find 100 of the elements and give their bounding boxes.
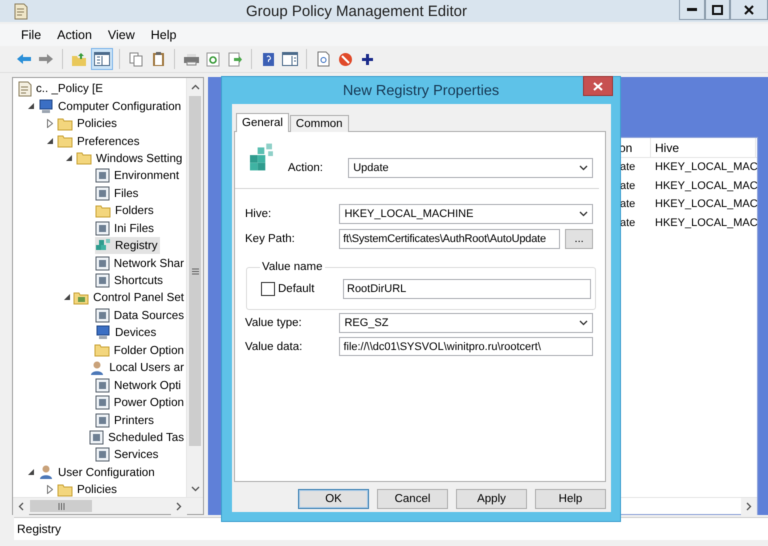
menu-item[interactable]: File — [14, 28, 50, 42]
minimize-icon — [687, 8, 697, 11]
window-title: Group Policy Management Editor — [245, 2, 468, 20]
dialog-button[interactable]: Cancel — [377, 489, 448, 509]
tree-item[interactable]: Environment — [95, 167, 182, 184]
tree-item[interactable]: Policies — [57, 115, 119, 132]
expander-arrow-icon[interactable] — [45, 136, 55, 146]
app-icon — [14, 2, 28, 20]
tree-item[interactable]: Registry — [95, 237, 160, 254]
caret-icon — [579, 211, 588, 217]
document-icon — [18, 80, 32, 97]
table-cell-text: ate — [619, 198, 636, 210]
caret-icon — [579, 320, 588, 326]
control-panel-icon — [73, 290, 90, 305]
maximize-button[interactable] — [705, 0, 730, 20]
caret-icon — [579, 165, 588, 171]
tree-item[interactable]: Preferences — [57, 132, 142, 150]
folder-icon — [94, 343, 110, 358]
dialog-button[interactable]: Help — [535, 489, 606, 509]
table-cell-text: ate — [619, 216, 636, 229]
dialog-button[interactable]: OK — [298, 489, 369, 509]
menu-item[interactable]: View — [100, 28, 144, 42]
expander-arrow-icon[interactable] — [64, 153, 74, 164]
action-dropdown[interactable]: Update — [348, 158, 593, 178]
group-title: Value name — [261, 261, 324, 273]
expander-arrow-icon[interactable] — [26, 101, 36, 112]
tree-item[interactable]: Power Option — [94, 394, 186, 412]
hive-dropdown[interactable]: HKEY_LOCAL_MACHINE — [339, 204, 593, 224]
folder-icon — [57, 116, 73, 131]
settings-item-icon — [95, 273, 110, 288]
key-path-field[interactable]: ft\SystemCertificates\AuthRoot\AutoUpdate — [339, 229, 560, 249]
close-button[interactable] — [583, 76, 613, 96]
copy-icon — [129, 52, 143, 66]
refresh-icon — [206, 52, 220, 66]
folder-icon — [76, 151, 92, 166]
table-cell-text: HKEY_LOCAL_MAC — [654, 180, 755, 192]
expander-arrow-icon[interactable] — [26, 467, 36, 478]
expander-arrow-icon[interactable] — [45, 118, 55, 129]
printer-icon — [182, 52, 200, 66]
table-cell-text: HKEY_LOCAL_MAC — [654, 198, 755, 210]
tree-item[interactable]: Devices — [95, 324, 158, 342]
value-type-dropdown[interactable]: REG_SZ — [339, 313, 593, 333]
browse-button[interactable]: ... — [565, 229, 593, 249]
tree-item[interactable]: Policies — [57, 481, 119, 497]
settings-item-icon — [95, 412, 110, 428]
settings-item-icon — [95, 447, 110, 462]
settings-item-icon — [95, 186, 110, 201]
folder-up-icon — [71, 52, 87, 66]
tree-item[interactable]: Network Opti — [95, 376, 184, 394]
table-cell-text: HKEY_LOCAL_MAC — [654, 161, 755, 174]
value-name-field[interactable]: RootDirURL — [343, 279, 591, 299]
tree-item[interactable]: Folder Option — [94, 342, 186, 359]
clipboard-icon — [152, 51, 164, 67]
tree-item[interactable]: Data Sources — [94, 306, 186, 324]
settings-item-icon — [89, 430, 104, 445]
tree-item[interactable]: User Configuration — [38, 464, 157, 481]
tree-item[interactable]: c.. _Policy [E — [18, 80, 106, 98]
forward-arrow-icon — [38, 53, 54, 65]
help-book-icon — [262, 52, 274, 66]
action-pane-icon — [282, 52, 298, 66]
column-header[interactable]: Hive — [651, 138, 756, 157]
toolbar-button[interactable] — [91, 48, 113, 70]
tree-item[interactable]: Printers — [95, 412, 156, 429]
tree-item[interactable]: Shortcuts — [95, 272, 165, 290]
settings-item-icon — [94, 256, 110, 271]
tree-item[interactable]: Folders — [95, 202, 156, 220]
dialog-button[interactable]: Apply — [456, 489, 527, 509]
tree-item[interactable]: Local Users ar — [89, 359, 186, 376]
status-text: Registry — [17, 522, 62, 536]
tab[interactable]: Common — [290, 115, 349, 132]
tree-item[interactable]: Network Shar — [94, 254, 186, 272]
expander-arrow-icon[interactable] — [45, 484, 55, 495]
tree-item[interactable]: Computer Configuration — [38, 98, 184, 115]
tree-item[interactable]: Ini Files — [95, 220, 156, 237]
scrollbar-thumb[interactable] — [189, 96, 201, 446]
maximize-icon — [712, 4, 723, 14]
tree-item[interactable]: Services — [95, 446, 160, 464]
minimize-button[interactable] — [679, 0, 705, 20]
tree-pane-icon — [94, 52, 110, 66]
table-cell-text: HKEY_LOCAL_MAC — [654, 216, 755, 229]
settings-item-icon — [95, 168, 110, 184]
checkbox[interactable] — [261, 282, 275, 296]
expander-arrow-icon[interactable] — [64, 292, 72, 303]
menu-item[interactable]: Help — [144, 28, 186, 42]
close-button[interactable] — [730, 0, 768, 20]
scrollbar-thumb[interactable] — [30, 500, 92, 512]
document-icon — [316, 51, 330, 67]
tree-item[interactable]: Control Panel Set — [73, 289, 186, 306]
plus-icon — [362, 54, 372, 64]
stop-icon — [338, 52, 352, 66]
tab[interactable]: General — [236, 113, 289, 132]
tree-item[interactable]: Files — [95, 184, 140, 202]
settings-item-icon — [94, 395, 110, 410]
tree-item[interactable]: Windows Setting — [76, 150, 184, 167]
computer-icon — [95, 325, 111, 340]
table-cell-text: ate — [619, 180, 636, 192]
export-icon — [228, 52, 242, 66]
menu-item[interactable]: Action — [50, 28, 101, 42]
value-data-field[interactable]: file://\\dc01\SYSVOL\winitpro.ru\rootcert\ — [339, 337, 593, 356]
tree-item[interactable]: Scheduled Tas — [89, 428, 186, 446]
